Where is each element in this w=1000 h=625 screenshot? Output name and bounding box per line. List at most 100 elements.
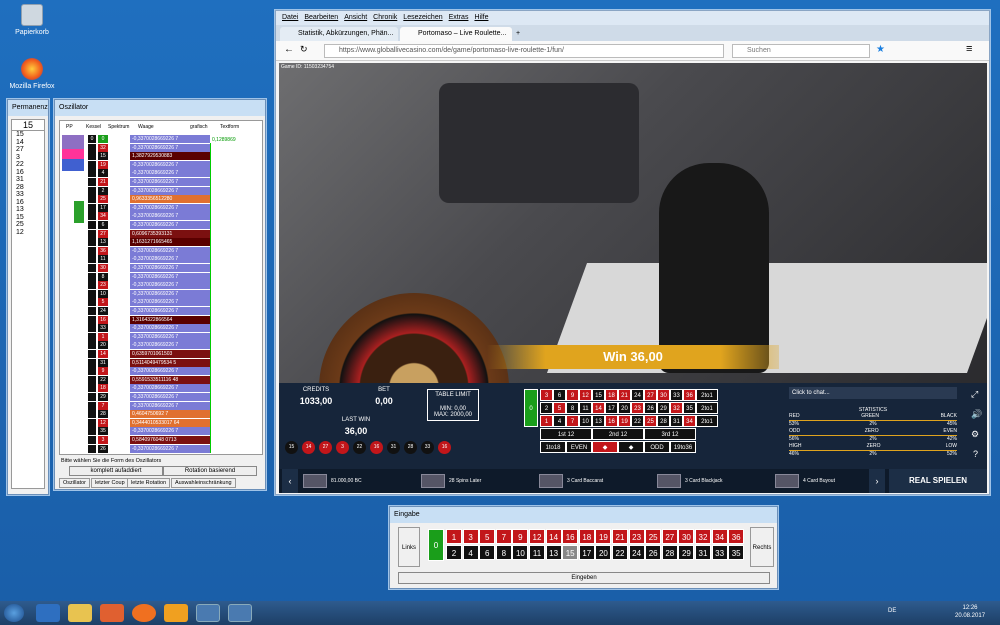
number-cell[interactable]: 32	[670, 402, 683, 414]
tab-oszillator[interactable]: Oszillator	[59, 478, 90, 488]
number-cell[interactable]: 15	[592, 389, 605, 401]
tab-letzte-rotation[interactable]: letzte Rotation	[127, 478, 171, 488]
new-tab-button[interactable]: +	[514, 27, 526, 41]
number-cell[interactable]: 25	[644, 415, 657, 427]
number-cell[interactable]: 6	[553, 389, 566, 401]
explorer-icon[interactable]	[68, 604, 92, 622]
number-cell[interactable]: 28	[657, 415, 670, 427]
number-cell[interactable]: 2	[540, 402, 553, 414]
links-button[interactable]: Links	[398, 527, 420, 567]
number-input-cell[interactable]: 21	[612, 529, 628, 544]
zero-cell[interactable]: 0	[524, 389, 538, 427]
number-input-cell[interactable]: 27	[661, 529, 678, 544]
number-input-cell[interactable]: 33	[711, 545, 728, 560]
next-arrow-icon[interactable]: ›	[869, 469, 885, 493]
number-input-cell[interactable]: 28	[661, 545, 678, 560]
bookmark-star-icon[interactable]: ★	[876, 44, 885, 55]
menu-item[interactable]: Lesezeichen	[403, 14, 442, 21]
number-input-cell[interactable]: 32	[695, 529, 711, 544]
number-input-cell[interactable]: 10	[512, 545, 529, 560]
column-bet-cell[interactable]: 2to1	[696, 415, 718, 427]
browser-tab[interactable]: Statistik, Abkürzungen, Phän...	[280, 27, 398, 41]
prev-arrow-icon[interactable]: ‹	[282, 469, 298, 493]
url-bar[interactable]: https://www.globallivecasino.com/de/game…	[324, 44, 724, 58]
number-cell[interactable]: 3	[540, 389, 553, 401]
clock[interactable]: 12:26 20.08.2017	[955, 604, 985, 620]
number-input-cell[interactable]: 2	[446, 545, 462, 560]
number-input-cell[interactable]: 4	[462, 545, 479, 560]
menu-item[interactable]: Ansicht	[344, 14, 367, 21]
number-input-cell[interactable]: 9	[512, 529, 529, 544]
game-link[interactable]: 81.000,00 BC	[303, 472, 362, 490]
menu-item[interactable]: Datei	[282, 14, 298, 21]
number-cell[interactable]: 10	[579, 415, 592, 427]
menu-item[interactable]: Hilfe	[474, 14, 488, 21]
number-cell[interactable]: 9	[566, 389, 579, 401]
column-bet-cell[interactable]: 2to1	[696, 402, 718, 414]
ie-icon[interactable]	[36, 604, 60, 622]
firefox-taskbar-icon[interactable]	[132, 604, 156, 622]
language-indicator[interactable]: DE	[888, 608, 896, 614]
number-input-cell[interactable]: 19	[595, 529, 612, 544]
real-spielen-button[interactable]: REAL SPIELEN	[889, 469, 987, 493]
outside-bet-cell[interactable]: ◆	[618, 441, 644, 453]
desktop-icon-firefox[interactable]: Mozilla Firefox	[2, 58, 62, 90]
rotation-basierend-button[interactable]: Rotation basierend	[163, 466, 257, 476]
number-cell[interactable]: 19	[618, 415, 631, 427]
number-cell[interactable]: 34	[683, 415, 696, 427]
number-input-cell[interactable]: 31	[695, 545, 711, 560]
tab-letzter-coup[interactable]: letzter Coup	[91, 478, 129, 488]
number-cell[interactable]: 29	[657, 402, 670, 414]
number-cell[interactable]: 33	[670, 389, 683, 401]
number-input-cell[interactable]: 34	[711, 529, 728, 544]
number-input-cell[interactable]: 15	[562, 545, 579, 560]
back-icon[interactable]: ←	[284, 44, 294, 55]
number-cell[interactable]: 27	[644, 389, 657, 401]
number-cell[interactable]: 24	[631, 389, 644, 401]
number-cell[interactable]: 16	[605, 415, 618, 427]
dozen-cell[interactable]: 3rd 12	[644, 428, 696, 440]
outside-bet-cell[interactable]: 19to36	[670, 441, 696, 453]
outside-bet-cell[interactable]: ◆	[592, 441, 618, 453]
desktop-icon-recycle-bin[interactable]: Papierkorb	[2, 4, 62, 36]
number-input-cell[interactable]: 22	[612, 545, 628, 560]
start-button[interactable]	[4, 604, 24, 622]
number-input-cell[interactable]: 24	[628, 545, 645, 560]
menu-item[interactable]: Extras	[449, 14, 469, 21]
vlc-icon[interactable]	[164, 604, 188, 622]
fullscreen-icon[interactable]: ⤢	[971, 389, 978, 400]
app-running-icon[interactable]	[228, 604, 252, 622]
number-input-cell[interactable]: 29	[678, 545, 695, 560]
search-input[interactable]: Suchen	[732, 44, 870, 58]
number-input-cell[interactable]: 23	[628, 529, 645, 544]
number-input-cell[interactable]: 17	[578, 545, 595, 560]
number-input-cell[interactable]: 25	[645, 529, 662, 544]
number-input-cell[interactable]: 7	[495, 529, 512, 544]
number-cell[interactable]: 14	[592, 402, 605, 414]
firefox-running-icon[interactable]	[196, 604, 220, 622]
number-input-cell[interactable]: 20	[595, 545, 612, 560]
number-input-cell[interactable]: 6	[479, 545, 496, 560]
number-input-cell[interactable]: 14	[545, 529, 562, 544]
settings-icon[interactable]: ⚙	[971, 429, 979, 440]
rechts-button[interactable]: Rechts	[750, 527, 774, 567]
outside-bet-cell[interactable]: 1to18	[540, 441, 566, 453]
permanenz-list[interactable]: 15 15 14 27 3 22 16 31 28 33 16 13 15 25 12	[11, 119, 45, 489]
menu-item[interactable]: Bearbeiten	[304, 14, 338, 21]
game-link[interactable]: 28 Spins Later	[421, 472, 481, 490]
number-cell[interactable]: 1	[540, 415, 553, 427]
number-cell[interactable]: 31	[670, 415, 683, 427]
menu-icon[interactable]: ≡	[966, 43, 972, 55]
column-bet-cell[interactable]: 2to1	[696, 389, 718, 401]
number-input-cell[interactable]: 5	[479, 529, 496, 544]
number-cell[interactable]: 36	[683, 389, 696, 401]
number-cell[interactable]: 35	[683, 402, 696, 414]
number-cell[interactable]: 26	[644, 402, 657, 414]
outside-bet-cell[interactable]: ODD	[644, 441, 670, 453]
number-input-cell[interactable]: 12	[529, 529, 545, 544]
number-cell[interactable]: 18	[605, 389, 618, 401]
number-cell[interactable]: 13	[592, 415, 605, 427]
number-input-cell[interactable]: 13	[545, 545, 562, 560]
number-cell[interactable]: 4	[553, 415, 566, 427]
help-icon[interactable]: ?	[973, 449, 978, 459]
